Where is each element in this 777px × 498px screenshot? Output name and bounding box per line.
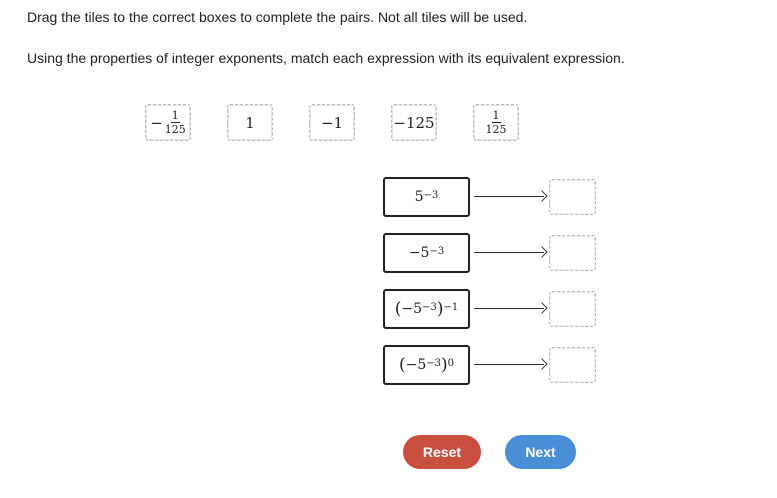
- tile-negative-one[interactable]: −1: [309, 104, 355, 141]
- arrow-right-icon: [474, 302, 548, 315]
- tile-negative-125[interactable]: −125: [391, 104, 437, 141]
- arrow-right-icon: [474, 246, 548, 259]
- close-paren: ): [436, 299, 444, 319]
- tile-one[interactable]: 1: [227, 104, 273, 141]
- tile-sign: −: [150, 113, 163, 132]
- reset-button[interactable]: Reset: [403, 435, 481, 469]
- expression-neg5-pow-neg3: −5 −3: [383, 233, 470, 273]
- instruction-drag: Drag the tiles to the correct boxes to c…: [27, 9, 528, 25]
- expression-exponent: −3: [422, 301, 437, 313]
- outer-exponent: −1: [443, 301, 459, 313]
- expression-base: −5: [408, 245, 430, 261]
- fraction-numerator: 1: [170, 109, 180, 123]
- open-paren: (: [394, 299, 402, 319]
- close-paren: ): [441, 355, 448, 375]
- expression-5-pow-neg3: 5 −3: [383, 177, 470, 217]
- tile-label: −1: [320, 113, 344, 132]
- fraction-numerator: 1: [491, 109, 501, 123]
- next-button[interactable]: Next: [505, 435, 576, 469]
- fraction-denominator: 125: [485, 123, 507, 136]
- arrow-right-icon: [474, 358, 548, 371]
- expression-exponent: −3: [423, 189, 439, 201]
- fraction: 1 125: [486, 110, 507, 135]
- tile-negative-one-over-125[interactable]: − 1 125: [145, 104, 191, 141]
- expression-base: −5: [401, 301, 423, 317]
- arrow-right-icon: [474, 190, 548, 203]
- drop-target-3[interactable]: [549, 291, 596, 327]
- expression-exponent: −3: [429, 245, 445, 257]
- drop-target-4[interactable]: [549, 347, 596, 383]
- expression-exponent: −3: [426, 357, 441, 369]
- expression-base: 5: [414, 189, 424, 205]
- expression-base: −5: [405, 357, 427, 373]
- tile-label: −125: [393, 113, 435, 132]
- tile-label: 1: [245, 113, 255, 132]
- outer-exponent: 0: [447, 357, 455, 369]
- instruction-match: Using the properties of integer exponent…: [27, 50, 625, 66]
- fraction-denominator: 125: [164, 123, 186, 136]
- tile-one-over-125[interactable]: 1 125: [473, 104, 519, 141]
- fraction: 1 125: [165, 110, 186, 135]
- drop-target-1[interactable]: [549, 179, 596, 215]
- expression-paren-neg5-pow-neg3-pow-neg1: (−5 −3) −1: [383, 289, 470, 329]
- drop-target-2[interactable]: [549, 235, 596, 271]
- open-paren: (: [398, 355, 406, 375]
- expression-paren-neg5-pow-neg3-pow-0: (−5 −3) 0: [383, 345, 470, 385]
